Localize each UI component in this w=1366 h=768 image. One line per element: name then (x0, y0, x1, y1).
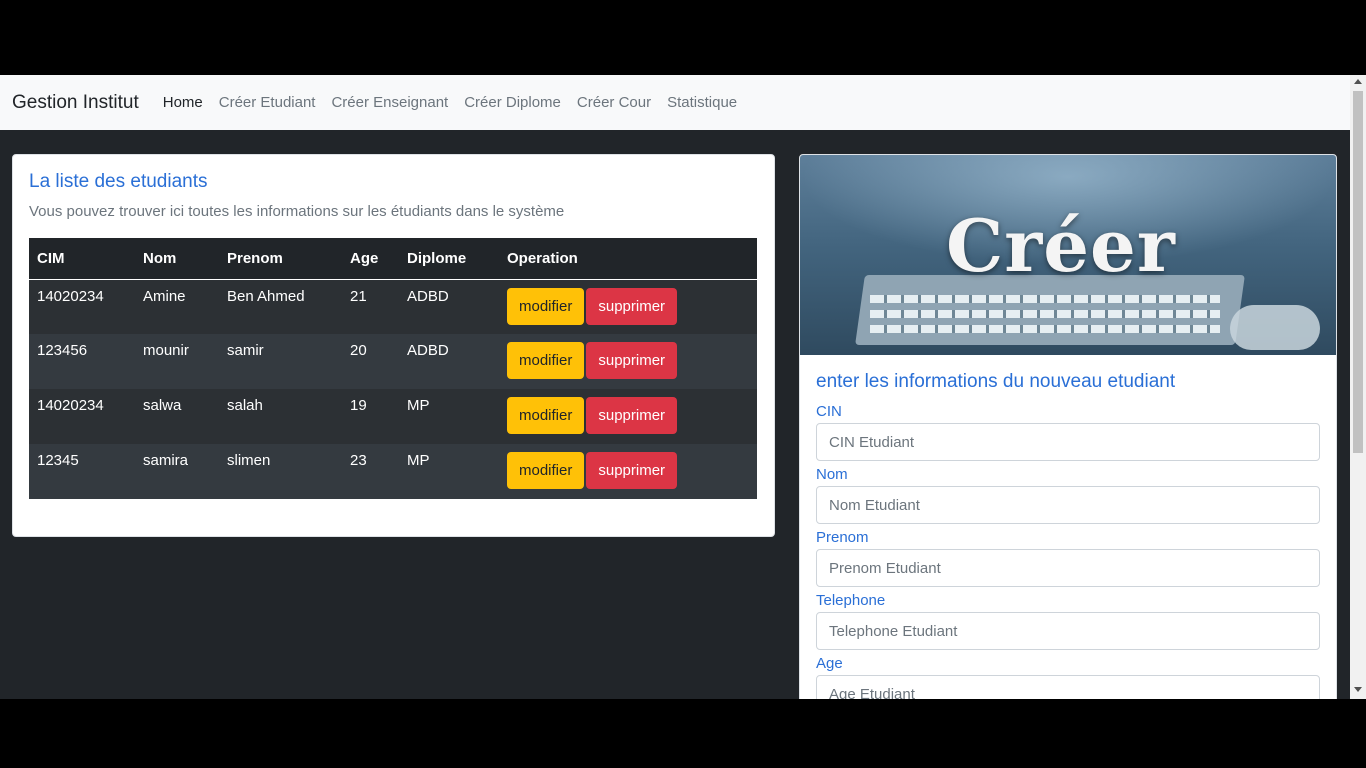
form-body: enter les informations du nouveau etudia… (800, 355, 1336, 699)
cin-input[interactable] (816, 423, 1320, 461)
column-header-operation: Operation (499, 238, 757, 280)
nav-link-creer-etudiant[interactable]: Créer Etudiant (219, 94, 316, 111)
letterbox-top (0, 0, 1366, 75)
column-header-diplome: Diplome (399, 238, 499, 280)
cell-cim: 123456 (37, 342, 88, 359)
scroll-up-arrow-icon[interactable] (1354, 79, 1362, 84)
nav-link-creer-enseignant[interactable]: Créer Enseignant (331, 94, 448, 111)
cell-nom: Amine (143, 287, 186, 305)
cell-prenom: slimen (227, 452, 271, 469)
navbar: Gestion Institut Home Créer Etudiant Cré… (0, 75, 1350, 130)
navbar-brand[interactable]: Gestion Institut (12, 92, 139, 114)
cell-diplome: ADBD (407, 342, 449, 359)
delete-button[interactable]: supprimer (586, 342, 678, 379)
student-list-title: La liste des etudiants (29, 171, 208, 192)
nav-link-creer-cour[interactable]: Créer Cour (577, 94, 651, 111)
table-header-row: CIM Nom Prenom Age Diplome Operation (29, 238, 757, 280)
new-student-form-card: Créer enter les informations du nouveau … (799, 154, 1337, 699)
browser-viewport: Gestion Institut Home Créer Etudiant Cré… (0, 75, 1366, 699)
scrollbar-thumb[interactable] (1353, 91, 1363, 453)
delete-button[interactable]: supprimer (586, 287, 678, 325)
prenom-input[interactable] (816, 549, 1320, 587)
cell-prenom: salah (227, 397, 263, 414)
field-label-cin: CIN (816, 403, 842, 420)
student-table: CIM Nom Prenom Age Diplome Operation 140… (29, 238, 757, 499)
field-label-prenom: Prenom (816, 529, 869, 546)
cell-nom: samira (143, 452, 189, 469)
nav-link-home[interactable]: Home (163, 94, 203, 111)
cell-age: 21 (350, 287, 367, 305)
cell-operation: modifier supprimer (499, 389, 757, 444)
cell-age: 20 (350, 342, 367, 359)
keyboard-key-row (870, 310, 1220, 318)
delete-button[interactable]: supprimer (586, 452, 678, 489)
modify-button[interactable]: modifier (507, 397, 585, 434)
cell-diplome: ADBD (407, 287, 449, 305)
modify-button[interactable]: modifier (507, 452, 585, 489)
column-header-nom: Nom (135, 238, 219, 280)
field-label-nom: Nom (816, 466, 848, 483)
cell-operation: modifier supprimer (499, 444, 757, 499)
age-input[interactable] (816, 675, 1320, 699)
keyboard-key-row (870, 295, 1220, 303)
table-row: 14020234 salwa salah 19 MP modifier suppr… (29, 389, 757, 444)
cell-cim: 14020234 (37, 287, 104, 305)
column-header-age: Age (342, 238, 399, 280)
cell-diplome: MP (407, 397, 430, 414)
modify-button[interactable]: modifier (507, 287, 585, 325)
hero-image: Créer (800, 155, 1336, 355)
nav-link-creer-diplome[interactable]: Créer Diplome (464, 94, 561, 111)
student-list-card: La liste des etudiants Vous pouvez trouv… (12, 154, 775, 537)
cell-nom: salwa (143, 397, 182, 414)
hero-title: Créer (946, 203, 1176, 288)
cell-operation: modifier supprimer (499, 334, 757, 389)
form-title: enter les informations du nouveau etudia… (816, 371, 1176, 392)
cell-age: 19 (350, 397, 367, 414)
scroll-down-arrow-icon[interactable] (1354, 687, 1362, 692)
modify-button[interactable]: modifier (507, 342, 585, 379)
field-label-telephone: Telephone (816, 592, 886, 609)
field-label-age: Age (816, 655, 843, 672)
keyboard-key-row (870, 325, 1220, 333)
cell-diplome: MP (407, 452, 430, 469)
cell-age: 23 (350, 452, 367, 469)
delete-button[interactable]: supprimer (586, 397, 678, 434)
table-row: 14020234 Amine Ben Ahmed 21 ADBD modifie… (29, 279, 757, 334)
column-header-prenom: Prenom (219, 238, 342, 280)
nom-input[interactable] (816, 486, 1320, 524)
student-list-subtitle: Vous pouvez trouver ici toutes les infor… (29, 203, 565, 220)
mouse-illustration (1230, 305, 1320, 350)
vertical-scrollbar[interactable] (1350, 75, 1366, 699)
telephone-input[interactable] (816, 612, 1320, 650)
cell-prenom: Ben Ahmed (227, 287, 305, 305)
cell-cim: 12345 (37, 452, 79, 469)
cell-operation: modifier supprimer (499, 279, 757, 334)
column-header-cim: CIM (29, 238, 135, 280)
table-row: 123456 mounir samir 20 ADBD modifier supp… (29, 334, 757, 389)
cell-nom: mounir (143, 342, 189, 359)
cell-prenom: samir (227, 342, 264, 359)
nav-link-statistique[interactable]: Statistique (667, 94, 737, 111)
table-row: 12345 samira slimen 23 MP modifier suppri… (29, 444, 757, 499)
cell-cim: 14020234 (37, 397, 104, 414)
letterbox-bottom (0, 699, 1366, 768)
